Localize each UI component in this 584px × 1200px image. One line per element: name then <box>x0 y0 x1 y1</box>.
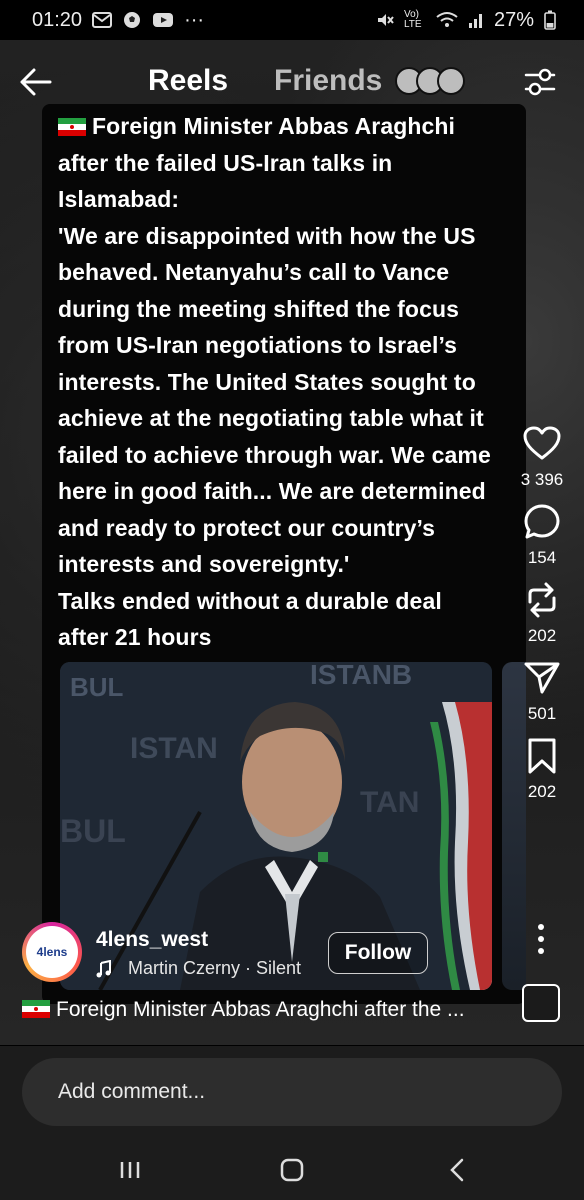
battery-percent: 27% <box>493 8 534 31</box>
heart-icon[interactable] <box>522 424 562 464</box>
music-label: Martin Czerny · Silent <box>128 958 302 978</box>
friends-avatars-icon[interactable] <box>394 66 470 96</box>
username[interactable]: 4lens_west <box>96 928 208 952</box>
more-vertical-icon[interactable] <box>532 922 550 956</box>
youtube-icon <box>153 13 174 27</box>
iran-flag-icon <box>22 1000 50 1018</box>
action-column: 3 396 154 202 501 202 <box>510 424 574 814</box>
avatar[interactable]: 4lens <box>22 922 82 982</box>
football-icon <box>124 12 141 28</box>
iran-flag-icon <box>58 118 86 136</box>
like-action[interactable]: 3 396 <box>510 424 574 490</box>
svg-text:BUL: BUL <box>70 672 124 702</box>
follow-button[interactable]: Follow <box>328 932 428 974</box>
top-bar: Reels Friends <box>0 52 584 112</box>
wifi-icon <box>436 12 458 27</box>
svg-text:ISTAN: ISTAN <box>130 732 218 765</box>
repost-action[interactable]: 202 <box>510 580 574 646</box>
comment-action[interactable]: 154 <box>510 502 574 568</box>
status-bar: 01:20 ··· Vo) LTE 27% <box>0 0 584 40</box>
svg-text:BUL: BUL <box>60 813 126 849</box>
comment-input[interactable]: Add comment... <box>22 1058 562 1126</box>
post-text: Foreign Minister Abbas Araghchi after th… <box>58 113 491 650</box>
status-more-dots: ··· <box>184 8 205 31</box>
comment-count: 154 <box>527 548 557 567</box>
share-count: 501 <box>527 704 557 723</box>
like-count: 3 396 <box>520 470 564 489</box>
author-row: 4lens 4lens_west Martin Czerny · Silent … <box>22 922 522 992</box>
share-action[interactable]: 501 <box>510 658 574 724</box>
svg-text:ISTANB: ISTANB <box>310 662 412 690</box>
music-note-icon <box>96 959 111 977</box>
audio-thumbnail[interactable] <box>522 984 560 1022</box>
system-navigation-bar <box>0 1140 584 1200</box>
home-icon[interactable] <box>272 1150 312 1190</box>
battery-icon <box>544 10 556 30</box>
recent-apps-icon[interactable] <box>110 1150 150 1190</box>
svg-text:TAN: TAN <box>360 786 419 819</box>
repost-count: 202 <box>527 626 557 645</box>
back-nav-icon[interactable] <box>438 1150 478 1190</box>
filter-icon[interactable] <box>520 62 560 102</box>
save-action[interactable]: 202 <box>510 736 574 802</box>
network-label: Vo) LTE <box>403 9 422 30</box>
mute-icon <box>377 14 394 26</box>
save-count: 202 <box>527 782 557 801</box>
music-info[interactable]: Martin Czerny · Silent <box>96 958 301 979</box>
post-text-block: Foreign Minister Abbas Araghchi after th… <box>58 108 514 656</box>
avatar-logo: 4lens <box>26 926 78 978</box>
back-arrow-icon[interactable] <box>16 62 56 102</box>
caption-text: Foreign Minister Abbas Araghchi after th… <box>56 998 465 1021</box>
caption[interactable]: Foreign Minister Abbas Araghchi after th… <box>22 998 502 1022</box>
send-icon[interactable] <box>522 658 562 698</box>
tab-friends[interactable]: Friends <box>274 64 382 98</box>
signal-icon <box>468 14 482 28</box>
tab-reels[interactable]: Reels <box>148 64 228 98</box>
message-icon <box>92 12 113 28</box>
repost-icon[interactable] <box>522 580 562 620</box>
status-time: 01:20 <box>32 8 83 31</box>
bookmark-icon[interactable] <box>522 736 562 776</box>
comment-icon[interactable] <box>522 502 562 542</box>
